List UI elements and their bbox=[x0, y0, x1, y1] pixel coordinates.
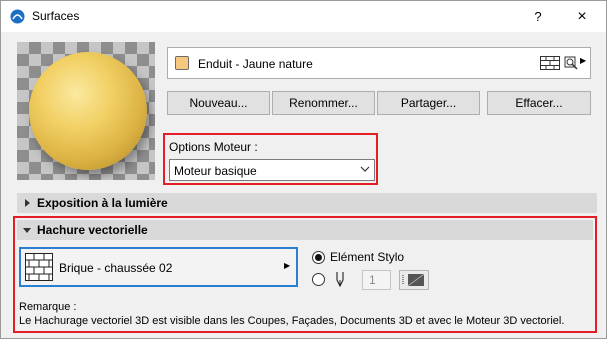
app-logo-icon bbox=[10, 9, 25, 24]
light-exposure-section-header[interactable]: Exposition à la lumière bbox=[17, 193, 597, 213]
note-text: Le Hachurage vectoriel 3D est visible da… bbox=[19, 315, 565, 327]
material-preview bbox=[17, 42, 155, 180]
hatch-pattern-icon[interactable] bbox=[540, 56, 560, 70]
dialog-body: Enduit - Jaune nature ▶ Nouveau... Renom… bbox=[1, 32, 606, 338]
chevron-right-icon bbox=[25, 199, 30, 207]
title-bar: Surfaces ? × bbox=[1, 1, 606, 32]
pen-sample-icon[interactable] bbox=[399, 270, 429, 290]
pen-number-input[interactable]: 1 bbox=[362, 270, 391, 290]
vector-hatching-group: Hachure vectorielle Brique - chaussée 02… bbox=[13, 216, 597, 333]
help-button[interactable]: ? bbox=[527, 6, 549, 28]
engine-select-value: Moteur basique bbox=[174, 164, 257, 178]
engine-options-group: Options Moteur : Moteur basique bbox=[163, 133, 378, 185]
arrow-right-icon: ▶ bbox=[284, 261, 291, 270]
vector-hatching-section-label: Hachure vectorielle bbox=[37, 223, 148, 237]
window-title: Surfaces bbox=[32, 9, 80, 23]
engine-select[interactable]: Moteur basique bbox=[169, 159, 375, 181]
arrow-right-icon[interactable]: ▶ bbox=[580, 56, 586, 65]
hatch-pattern-selector[interactable]: Brique - chaussée 02 ▶ bbox=[19, 247, 298, 287]
rename-button[interactable]: Renommer... bbox=[272, 91, 375, 115]
note-title: Remarque : bbox=[19, 301, 77, 313]
hatch-pattern-name: Brique - chaussée 02 bbox=[59, 261, 173, 275]
pen-element-label: Elément Stylo bbox=[330, 250, 405, 264]
eyedropper-icon[interactable] bbox=[564, 56, 578, 70]
custom-pen-radio[interactable] bbox=[312, 273, 325, 286]
pen-element-radio[interactable] bbox=[312, 251, 325, 264]
material-name: Enduit - Jaune nature bbox=[198, 57, 313, 71]
light-exposure-section-label: Exposition à la lumière bbox=[37, 196, 168, 210]
share-button[interactable]: Partager... bbox=[377, 91, 480, 115]
close-button[interactable]: × bbox=[571, 6, 593, 28]
surfaces-dialog: Surfaces ? × Enduit - Jaune nature ▶ Nou… bbox=[0, 0, 607, 339]
chevron-down-icon bbox=[360, 166, 370, 172]
engine-options-label: Options Moteur : bbox=[169, 140, 258, 154]
brick-pattern-icon bbox=[25, 253, 53, 281]
pen-icon bbox=[336, 272, 344, 287]
new-button[interactable]: Nouveau... bbox=[167, 91, 270, 115]
delete-button[interactable]: Effacer... bbox=[487, 91, 591, 115]
material-selector[interactable]: Enduit - Jaune nature ▶ bbox=[167, 47, 591, 79]
vector-hatching-section-header[interactable]: Hachure vectorielle bbox=[17, 220, 593, 240]
material-color-swatch bbox=[175, 56, 189, 70]
preview-sphere bbox=[29, 52, 147, 170]
chevron-down-icon bbox=[23, 228, 31, 233]
